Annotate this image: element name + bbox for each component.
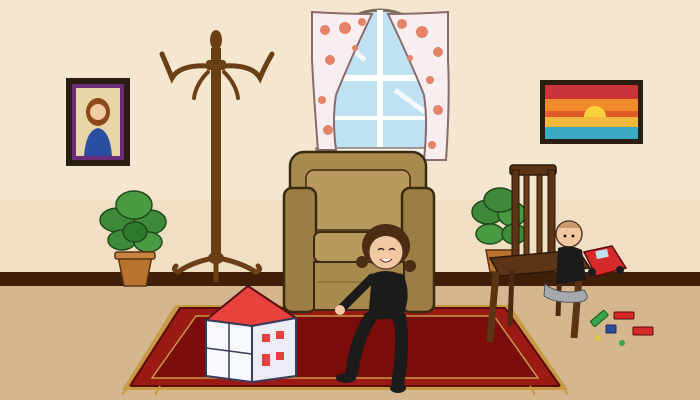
- portrait-frame-icon: [66, 78, 130, 166]
- living-room-scene: [0, 0, 700, 400]
- sunset-painting-icon: [540, 80, 643, 144]
